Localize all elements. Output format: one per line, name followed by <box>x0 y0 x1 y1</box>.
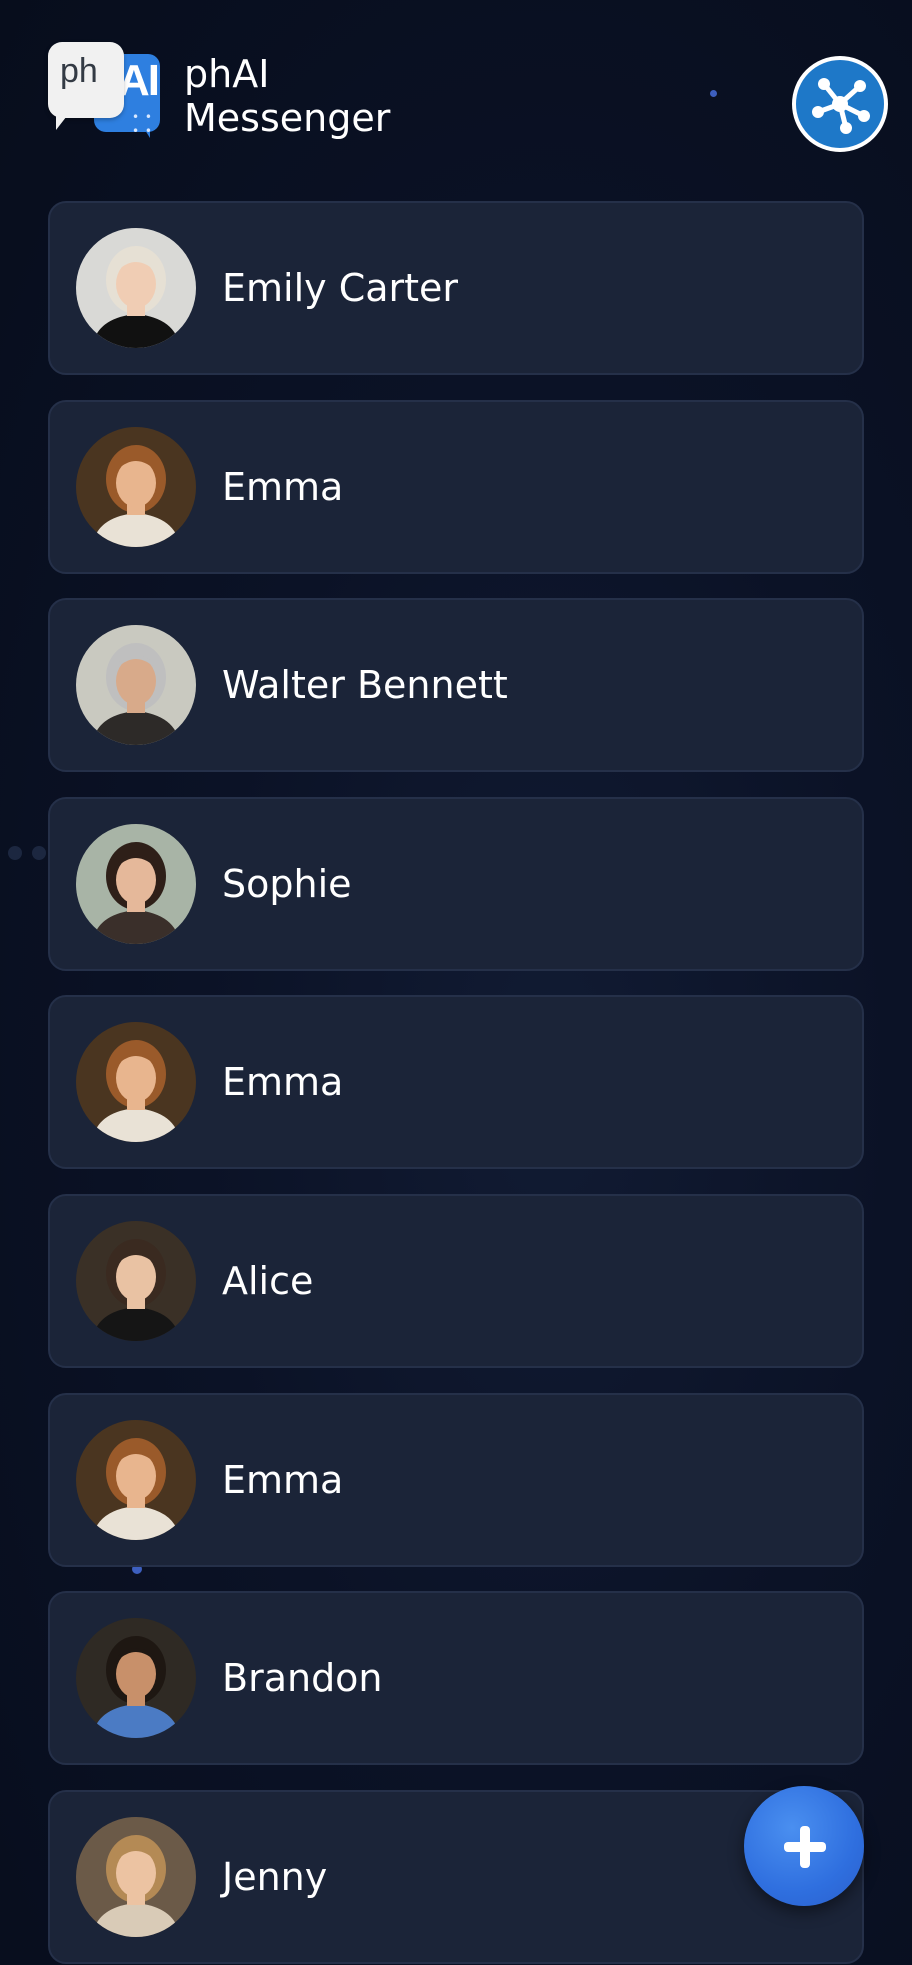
contact-name: Jenny <box>222 1855 328 1899</box>
plus-icon <box>784 1826 826 1868</box>
contact-card[interactable]: Walter Bennett <box>48 598 864 772</box>
avatar <box>76 427 196 547</box>
contact-card[interactable]: Emma <box>48 1393 864 1567</box>
avatar <box>76 1618 196 1738</box>
contact-name: Emily Carter <box>222 266 459 310</box>
contact-card[interactable]: Alice <box>48 1194 864 1368</box>
contact-card[interactable]: Emma <box>48 995 864 1169</box>
contact-name: Brandon <box>222 1656 383 1700</box>
avatar <box>76 1221 196 1341</box>
avatar <box>76 625 196 745</box>
new-chat-button[interactable] <box>744 1786 864 1906</box>
avatar <box>76 1817 196 1937</box>
contact-card[interactable]: Emily Carter <box>48 201 864 375</box>
contact-card[interactable]: Jenny <box>48 1790 864 1964</box>
avatar <box>76 1420 196 1540</box>
avatar <box>76 1022 196 1142</box>
contact-list: Emily Carter Emma Walter Bennett Sophie Emma… <box>0 0 912 1965</box>
avatar <box>76 228 196 348</box>
contact-name: Alice <box>222 1259 314 1303</box>
contact-name: Emma <box>222 465 344 509</box>
contact-name: Sophie <box>222 862 352 906</box>
avatar <box>76 824 196 944</box>
contact-name: Emma <box>222 1060 344 1104</box>
contact-card[interactable]: Emma <box>48 400 864 574</box>
contact-card[interactable]: Brandon <box>48 1591 864 1765</box>
contact-card[interactable]: Sophie <box>48 797 864 971</box>
contact-name: Walter Bennett <box>222 663 508 707</box>
contact-name: Emma <box>222 1458 344 1502</box>
